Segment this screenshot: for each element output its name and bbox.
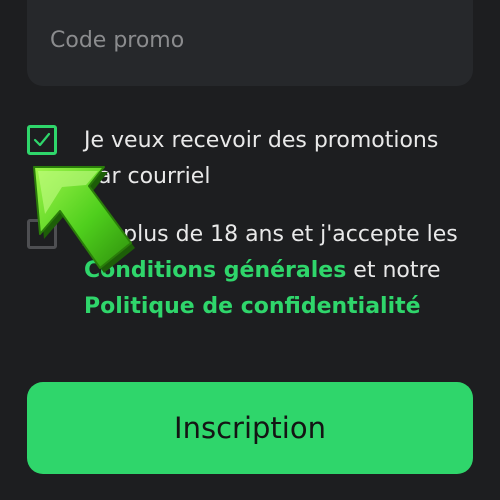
- terms-label: J'ai plus de 18 ans et j'accepte les Con…: [84, 217, 474, 325]
- newsletter-label: Je veux recevoir des promotions par cour…: [84, 128, 439, 189]
- newsletter-checkbox[interactable]: [27, 125, 57, 155]
- terms-text-prefix: J'ai plus de 18 ans et j'accepte les: [84, 222, 458, 247]
- promo-code-input[interactable]: Code promo: [27, 0, 473, 86]
- terms-text-middle: et notre: [346, 258, 441, 283]
- privacy-policy-link[interactable]: Politique de confidentialité: [84, 294, 421, 319]
- signup-button[interactable]: Inscription: [27, 382, 473, 474]
- promo-code-placeholder: Code promo: [50, 28, 185, 53]
- arrow-pointer-icon: [33, 166, 135, 273]
- check-icon: [33, 132, 51, 147]
